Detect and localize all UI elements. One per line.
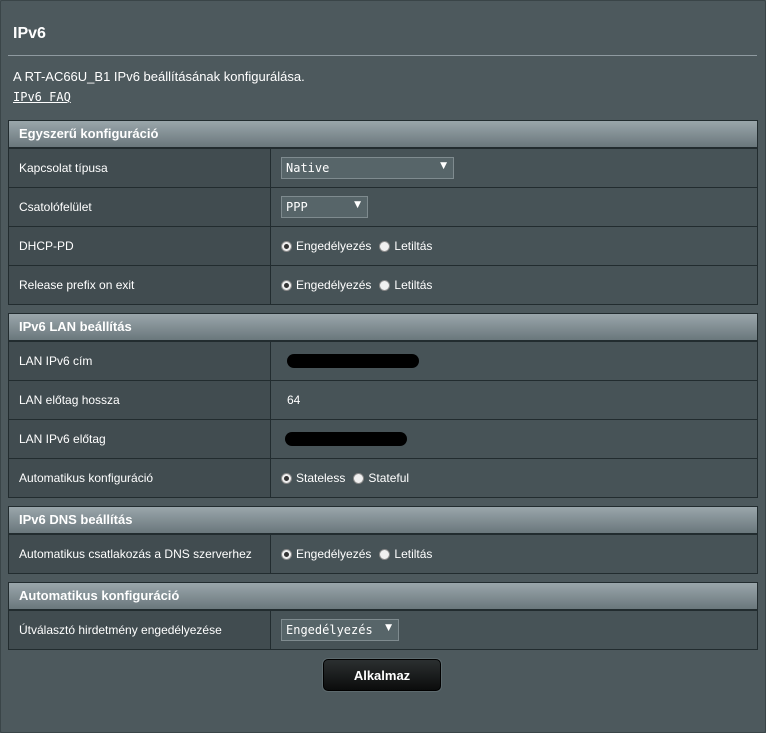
dns-settings-section: IPv6 DNS beállítás Automatikus csatlakoz… (8, 506, 758, 574)
autoconfig-section: Automatikus konfiguráció Útválasztó hird… (8, 582, 758, 650)
connection-type-row: Kapcsolat típusa Native ▼ (9, 148, 757, 187)
dhcp-pd-row: DHCP-PD Engedélyezés Letiltás (9, 226, 757, 265)
stateless-radio[interactable] (281, 472, 292, 484)
chevron-down-icon: ▼ (440, 161, 447, 171)
auto-dns-row: Automatikus csatlakozás a DNS szerverhez… (9, 534, 757, 573)
apply-button[interactable]: Alkalmaz (323, 659, 441, 691)
dhcp-pd-disable-radio[interactable] (379, 240, 391, 252)
dhcp-pd-disable-label: Letiltás (394, 239, 433, 253)
release-prefix-enable-label: Engedélyezés (296, 278, 372, 292)
autoconf-row: Automatikus konfiguráció Stateless State… (9, 458, 757, 497)
dhcp-pd-enable-label: Engedélyezés (296, 239, 372, 253)
release-prefix-disable-radio[interactable] (379, 279, 391, 291)
auto-dns-enable-label: Engedélyezés (296, 547, 372, 561)
auto-dns-label: Automatikus csatlakozás a DNS szerverhez (9, 535, 271, 573)
basic-config-section: Egyszerű konfiguráció Kapcsolat típusa N… (8, 120, 758, 305)
page-description: A RT-AC66U_B1 IPv6 beállításának konfigu… (13, 69, 305, 84)
basic-config-header: Egyszerű konfiguráció (9, 121, 757, 148)
stateful-label: Stateful (368, 471, 410, 485)
release-prefix-disable-label: Letiltás (394, 278, 433, 292)
auto-dns-disable-radio[interactable] (379, 548, 391, 560)
dhcp-pd-enable-radio[interactable] (281, 240, 292, 252)
interface-select[interactable]: PPP ▼ (281, 196, 368, 218)
lan-prefix-label: LAN IPv6 előtag (9, 420, 271, 458)
lan-settings-section: IPv6 LAN beállítás LAN IPv6 cím LAN előt… (8, 313, 758, 498)
release-prefix-row: Release prefix on exit Engedélyezés Leti… (9, 265, 757, 304)
lan-prefix-row: LAN IPv6 előtag (9, 419, 757, 458)
router-adv-value: Engedélyezés (286, 623, 373, 637)
interface-row: Csatolófelület PPP ▼ (9, 187, 757, 226)
stateless-label: Stateless (296, 471, 346, 485)
connection-type-select[interactable]: Native ▼ (281, 157, 454, 179)
dns-settings-header: IPv6 DNS beállítás (9, 507, 757, 534)
router-adv-label: Útválasztó hirdetmény engedélyezése (9, 611, 271, 649)
lan-settings-header: IPv6 LAN beállítás (9, 314, 757, 341)
auto-dns-enable-radio[interactable] (281, 548, 292, 560)
prefix-length-value: 64 (287, 393, 301, 407)
connection-type-label: Kapcsolat típusa (9, 149, 271, 187)
title-divider (8, 55, 757, 56)
auto-dns-disable-label: Letiltás (394, 547, 433, 561)
lan-ip-row: LAN IPv6 cím (9, 341, 757, 380)
router-adv-row: Útválasztó hirdetmény engedélyezése Enge… (9, 610, 757, 649)
lan-ip-label: LAN IPv6 cím (9, 342, 271, 380)
release-prefix-enable-radio[interactable] (281, 279, 292, 291)
prefix-length-row: LAN előtag hossza 64 (9, 380, 757, 419)
connection-type-value: Native (286, 161, 330, 175)
interface-value: PPP (286, 200, 308, 214)
interface-label: Csatolófelület (9, 188, 271, 226)
chevron-down-icon: ▼ (354, 200, 361, 210)
ipv6-faq-link[interactable]: IPv6 FAQ (13, 90, 71, 104)
dhcp-pd-label: DHCP-PD (9, 227, 271, 265)
release-prefix-label: Release prefix on exit (9, 266, 271, 304)
chevron-down-icon: ▼ (385, 623, 392, 633)
autoconfig-header: Automatikus konfiguráció (9, 583, 757, 610)
prefix-length-label: LAN előtag hossza (9, 381, 271, 419)
autoconf-label: Automatikus konfiguráció (9, 459, 271, 497)
page-title: IPv6 (13, 25, 46, 42)
router-adv-select[interactable]: Engedélyezés ▼ (281, 619, 399, 641)
stateful-radio[interactable] (353, 472, 365, 484)
redacted-value (285, 432, 407, 446)
redacted-value (287, 354, 419, 368)
